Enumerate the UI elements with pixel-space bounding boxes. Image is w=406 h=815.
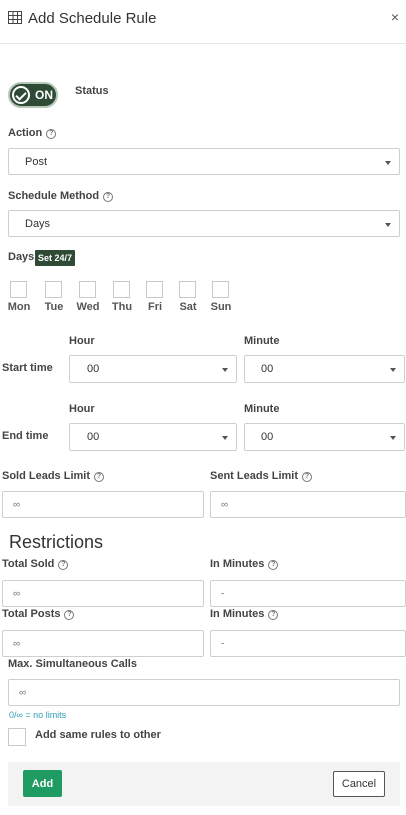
help-icon[interactable]: ? (268, 610, 279, 620)
check-icon (12, 86, 30, 104)
restrictions-title: Restrictions (9, 532, 104, 552)
in-minutes-text-1: In Minutes (210, 558, 265, 570)
action-value: Post (25, 155, 48, 168)
no-limits-hint: 0/∞ = no limits (9, 710, 67, 720)
end-minute-label: Minute (244, 403, 280, 415)
start-minute-select[interactable]: 00 (244, 355, 405, 383)
total-sold-input[interactable]: ∞ (2, 580, 204, 607)
schedule-method-value: Days (25, 217, 51, 230)
help-icon[interactable]: ? (103, 192, 114, 202)
help-icon[interactable]: ? (58, 560, 69, 570)
help-icon[interactable]: ? (64, 610, 75, 620)
chevron-down-icon (385, 160, 391, 165)
help-icon[interactable]: ? (302, 472, 313, 482)
toggle-label: ON (35, 88, 53, 102)
end-hour-label: Hour (69, 403, 95, 415)
help-icon[interactable]: ? (46, 129, 57, 139)
total-sold-text: Total Sold (2, 558, 55, 570)
action-label: Action? (8, 127, 57, 139)
in-minutes-input-1[interactable]: - (210, 580, 406, 607)
day-label-fri: Fri (147, 301, 163, 313)
header-divider (0, 43, 406, 44)
schedule-method-select[interactable]: Days (8, 210, 400, 237)
chevron-down-icon (390, 368, 396, 372)
add-button[interactable]: Add (23, 770, 62, 797)
sent-leads-limit-value: ∞ (221, 499, 229, 510)
day-checkbox-tue[interactable] (45, 281, 62, 298)
max-simultaneous-calls-value: ∞ (19, 687, 27, 698)
total-posts-input[interactable]: ∞ (2, 630, 204, 657)
end-minute-value: 00 (261, 431, 274, 443)
total-posts-value: ∞ (13, 638, 21, 649)
day-label-sat: Sat (179, 301, 197, 313)
start-time-label: Start time (2, 362, 53, 374)
in-minutes-label-1: In Minutes? (210, 558, 279, 570)
chevron-down-icon (222, 436, 228, 440)
in-minutes-input-2[interactable]: - (210, 630, 406, 657)
action-select[interactable]: Post (8, 148, 400, 175)
start-hour-value: 00 (87, 363, 100, 375)
sent-leads-limit-input[interactable]: ∞ (210, 491, 406, 518)
schedule-method-label-text: Schedule Method (8, 190, 100, 202)
same-rules-checkbox[interactable] (8, 728, 26, 746)
table-icon (8, 11, 22, 24)
day-checkbox-sat[interactable] (179, 281, 196, 298)
dialog-title: Add Schedule Rule (28, 10, 157, 27)
day-checkbox-mon[interactable] (10, 281, 27, 298)
status-label: Status (75, 85, 109, 97)
start-hour-select[interactable]: 00 (69, 355, 237, 383)
day-checkbox-wed[interactable] (79, 281, 96, 298)
day-label-wed: Wed (76, 301, 100, 313)
in-minutes-value-2: - (221, 638, 225, 649)
sold-leads-limit-label: Sold Leads Limit? (2, 470, 105, 482)
in-minutes-value-1: - (221, 588, 225, 599)
day-label-tue: Tue (44, 301, 64, 313)
day-checkbox-sun[interactable] (212, 281, 229, 298)
chevron-down-icon (390, 436, 396, 440)
start-minute-value: 00 (261, 363, 274, 375)
same-rules-label: Add same rules to other (35, 729, 161, 741)
chevron-down-icon (222, 368, 228, 372)
start-hour-label: Hour (69, 335, 95, 347)
schedule-method-label: Schedule Method? (8, 190, 114, 202)
action-label-text: Action (8, 127, 43, 139)
help-icon[interactable]: ? (94, 472, 105, 482)
total-sold-label: Total Sold? (2, 558, 69, 570)
days-label: Days (8, 251, 35, 263)
in-minutes-text-2: In Minutes (210, 608, 265, 620)
day-label-thu: Thu (111, 301, 133, 313)
day-checkbox-thu[interactable] (113, 281, 130, 298)
start-minute-label: Minute (244, 335, 280, 347)
day-label-sun: Sun (210, 301, 232, 313)
total-posts-text: Total Posts (2, 608, 61, 620)
close-icon[interactable]: × (391, 9, 399, 25)
cancel-button[interactable]: Cancel (333, 771, 385, 797)
help-icon[interactable]: ? (268, 560, 279, 570)
day-label-mon: Mon (7, 301, 31, 313)
sent-leads-limit-text: Sent Leads Limit (210, 470, 299, 482)
set-24-7-button[interactable]: Set 24/7 (35, 250, 76, 266)
end-time-label: End time (2, 430, 49, 442)
status-toggle[interactable]: ON (8, 82, 58, 108)
total-sold-value: ∞ (13, 588, 21, 599)
total-posts-label: Total Posts? (2, 608, 75, 620)
in-minutes-label-2: In Minutes? (210, 608, 279, 620)
day-checkbox-fri[interactable] (146, 281, 163, 298)
max-simultaneous-calls-input[interactable]: ∞ (8, 679, 400, 706)
sold-leads-limit-input[interactable]: ∞ (2, 491, 204, 518)
sent-leads-limit-label: Sent Leads Limit? (210, 470, 313, 482)
end-hour-value: 00 (87, 431, 100, 443)
sold-leads-limit-text: Sold Leads Limit (2, 470, 91, 482)
max-simultaneous-calls-label: Max. Simultaneous Calls (8, 658, 137, 670)
chevron-down-icon (385, 222, 391, 227)
sold-leads-limit-value: ∞ (13, 499, 21, 510)
end-minute-select[interactable]: 00 (244, 423, 405, 451)
end-hour-select[interactable]: 00 (69, 423, 237, 451)
